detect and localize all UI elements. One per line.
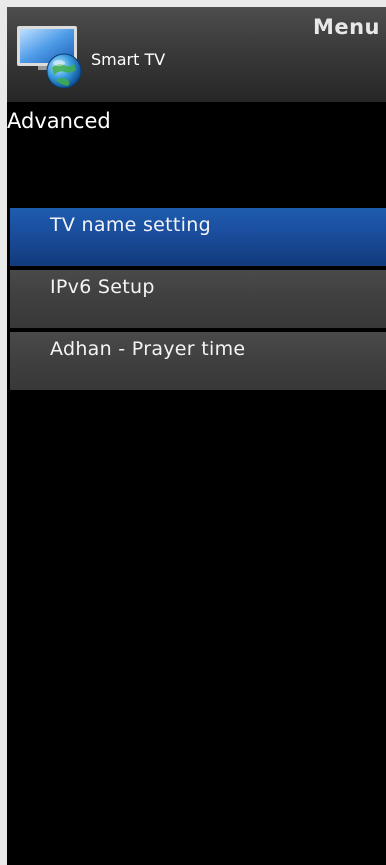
- page-title: Advanced: [7, 109, 111, 133]
- smart-tv-globe-icon: [17, 26, 82, 89]
- menu-header: Smart TV Menu: [7, 7, 386, 102]
- menu-item-tv-name-setting[interactable]: TV name setting: [10, 208, 386, 266]
- section-label: Smart TV: [91, 50, 166, 69]
- menu-item-label: Adhan - Prayer time: [50, 338, 246, 360]
- menu-list: TV name setting IPv6 Setup Adhan - Praye…: [10, 208, 386, 394]
- menu-title: Menu: [312, 15, 380, 39]
- menu-screen: Smart TV Menu Advanced TV name setting I…: [7, 7, 386, 865]
- menu-item-label: TV name setting: [50, 214, 211, 236]
- menu-item-ipv6-setup[interactable]: IPv6 Setup: [10, 270, 386, 328]
- menu-item-adhan-prayer-time[interactable]: Adhan - Prayer time: [10, 332, 386, 390]
- menu-item-label: IPv6 Setup: [50, 276, 155, 298]
